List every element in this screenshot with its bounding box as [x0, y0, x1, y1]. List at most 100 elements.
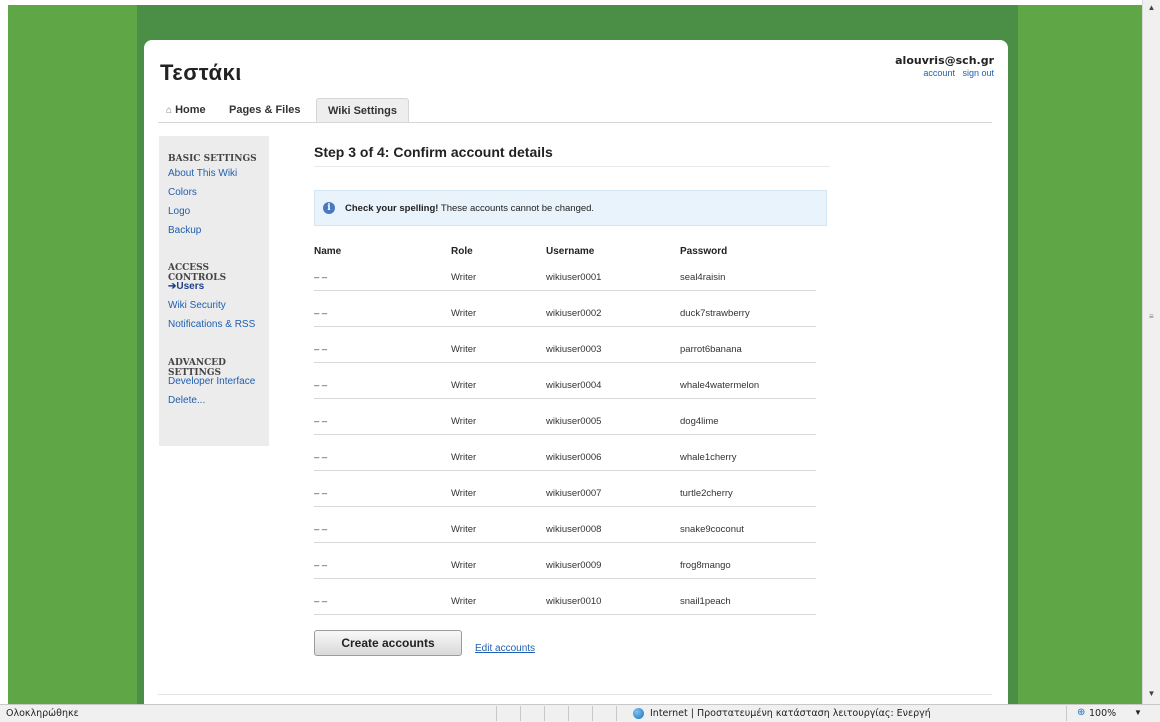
zoom-dropdown-icon[interactable]: ▼ [1134, 708, 1142, 717]
sidebar-item-about[interactable]: About This Wiki [168, 168, 237, 179]
sidebar-item-delete[interactable]: Delete... [168, 395, 205, 406]
security-zone-text[interactable]: Internet | Προστατευμένη κατάσταση λειτο… [650, 708, 931, 719]
name-cell: – – [314, 380, 328, 391]
window-left-edge [0, 0, 8, 704]
name-cell: – – [314, 416, 328, 427]
row-divider [314, 362, 816, 363]
row-divider [314, 326, 816, 327]
username-cell: wikiuser0001 [546, 272, 602, 283]
username-cell: wikiuser0002 [546, 308, 602, 319]
table-row: – – Writer wikiuser0002 duck7strawberry [314, 308, 816, 344]
sidebar-item-users-label: Users [176, 281, 205, 292]
name-cell: – – [314, 308, 328, 319]
sidebar-item-security[interactable]: Wiki Security [168, 300, 226, 311]
role-cell: Writer [451, 596, 477, 607]
edit-accounts-link[interactable]: Edit accounts [475, 643, 535, 654]
row-divider [314, 470, 816, 471]
access-controls-heading: ACCESS CONTROLS [168, 263, 227, 283]
role-cell: Writer [451, 452, 477, 463]
user-email: alouvris@sch.gr [895, 54, 994, 67]
name-cell: – – [314, 452, 328, 463]
username-cell: wikiuser0010 [546, 596, 602, 607]
sign-out-link[interactable]: sign out [962, 68, 994, 78]
scroll-down-arrow-icon[interactable]: ▼ [1143, 686, 1160, 702]
sidebar-item-developer[interactable]: Developer Interface [168, 376, 255, 387]
scroll-up-arrow-icon[interactable]: ▲ [1143, 0, 1160, 16]
row-divider [314, 506, 816, 507]
name-cell: – – [314, 272, 328, 283]
row-divider [314, 578, 816, 579]
scroll-grip-icon[interactable]: ≡ [1149, 312, 1155, 322]
username-cell: wikiuser0005 [546, 416, 602, 427]
table-row: – – Writer wikiuser0004 whale4watermelon [314, 380, 816, 416]
name-cell: – – [314, 524, 328, 535]
table-row: – – Writer wikiuser0001 seal4raisin [314, 272, 816, 308]
role-cell: Writer [451, 308, 477, 319]
table-row: – – Writer wikiuser0005 dog4lime [314, 416, 816, 452]
sidebar-item-backup[interactable]: Backup [168, 225, 201, 236]
role-cell: Writer [451, 380, 477, 391]
table-row: – – Writer wikiuser0007 turtle2cherry [314, 488, 816, 524]
user-box: alouvris@sch.gr account sign out [895, 54, 994, 78]
table-row: – – Writer wikiuser0008 snake9coconut [314, 524, 816, 560]
sidebar-item-notifications[interactable]: Notifications & RSS [168, 319, 255, 330]
status-divider [616, 706, 617, 721]
status-divider [568, 706, 569, 721]
sidebar-item-logo[interactable]: Logo [168, 206, 190, 217]
row-divider [314, 290, 816, 291]
role-cell: Writer [451, 344, 477, 355]
table-row: – – Writer wikiuser0009 frog8mango [314, 560, 816, 596]
row-divider [314, 398, 816, 399]
tab-wiki-settings[interactable]: Wiki Settings [316, 98, 409, 122]
spelling-notice: i Check your spelling! These accounts ca… [314, 190, 827, 226]
name-cell: – – [314, 344, 328, 355]
password-cell: snail1peach [680, 596, 731, 607]
settings-sidebar: BASIC SETTINGS About This Wiki Colors Lo… [159, 136, 269, 446]
globe-icon [633, 708, 644, 719]
zoom-icon[interactable]: ⊕ [1077, 707, 1085, 718]
role-cell: Writer [451, 488, 477, 499]
tab-home-label: Home [175, 104, 206, 116]
role-cell: Writer [451, 272, 477, 283]
status-divider [496, 706, 497, 721]
password-cell: turtle2cherry [680, 488, 733, 499]
user-links: account sign out [895, 68, 994, 78]
tab-pages-files[interactable]: Pages & Files [229, 98, 301, 122]
status-text: Ολοκληρώθηκε [6, 708, 79, 719]
wiki-panel: Τεστάκι alouvris@sch.gr account sign out… [144, 40, 1008, 704]
username-cell: wikiuser0007 [546, 488, 602, 499]
zoom-level[interactable]: 100% [1089, 708, 1116, 719]
notice-rest-text: These accounts cannot be changed. [438, 203, 595, 214]
status-divider [520, 706, 521, 721]
password-cell: whale4watermelon [680, 380, 760, 391]
username-cell: wikiuser0004 [546, 380, 602, 391]
column-header-password: Password [680, 246, 728, 257]
password-cell: seal4raisin [680, 272, 726, 283]
sidebar-item-users[interactable]: ➔Users [168, 281, 204, 292]
step-title: Step 3 of 4: Confirm account details [314, 144, 553, 160]
tab-home[interactable]: ⌂ Home [166, 98, 206, 122]
advanced-settings-heading: ADVANCED SETTINGS [168, 358, 226, 378]
password-cell: frog8mango [680, 560, 731, 571]
status-divider [592, 706, 593, 721]
username-cell: wikiuser0006 [546, 452, 602, 463]
wiki-title[interactable]: Τεστάκι [160, 60, 242, 86]
column-header-role: Role [451, 246, 473, 257]
vertical-scrollbar[interactable]: ▲ ≡ ▼ [1142, 0, 1160, 704]
step-divider [314, 166, 830, 167]
name-cell: – – [314, 488, 328, 499]
account-link[interactable]: account [923, 68, 955, 78]
sidebar-item-colors[interactable]: Colors [168, 187, 197, 198]
create-accounts-button[interactable]: Create accounts [314, 630, 462, 656]
password-cell: parrot6banana [680, 344, 742, 355]
password-cell: snake9coconut [680, 524, 744, 535]
tab-bar: ⌂ Home Pages & Files Wiki Settings [158, 98, 992, 123]
basic-settings-heading: BASIC SETTINGS [168, 154, 257, 164]
status-divider [1066, 706, 1067, 721]
username-cell: wikiuser0003 [546, 344, 602, 355]
row-divider [314, 434, 816, 435]
username-cell: wikiuser0008 [546, 524, 602, 535]
notice-text: Check your spelling! These accounts cann… [345, 203, 594, 214]
password-cell: whale1cherry [680, 452, 737, 463]
table-row: – – Writer wikiuser0003 parrot6banana [314, 344, 816, 380]
